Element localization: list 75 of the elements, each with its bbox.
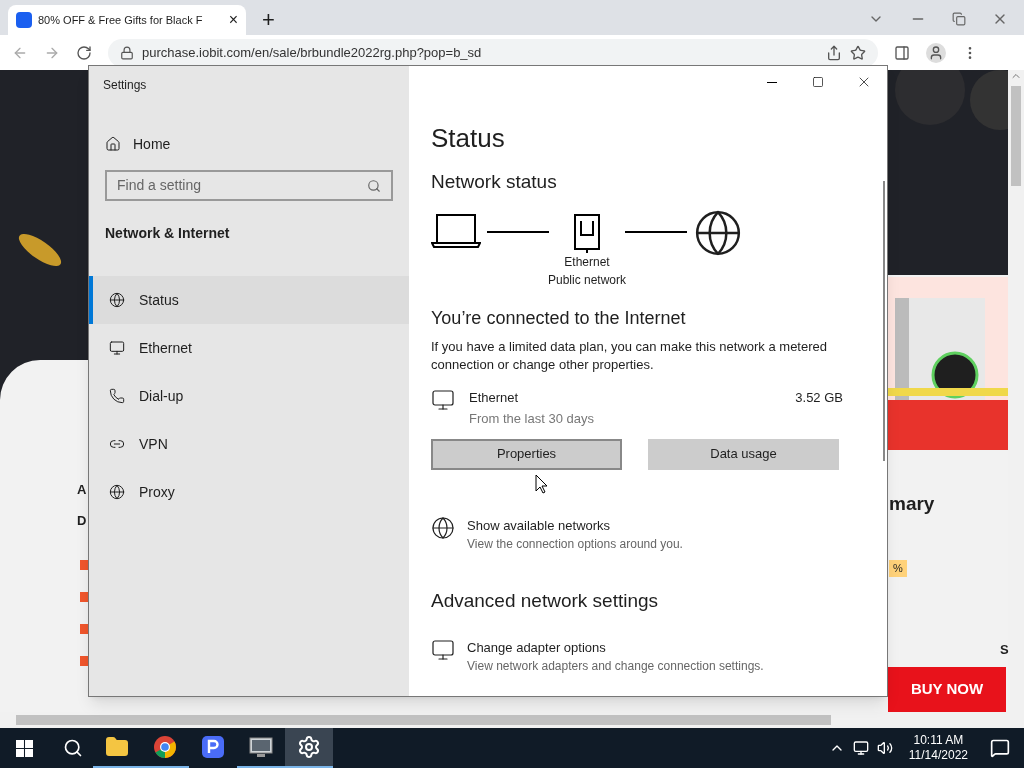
phone-icon — [109, 388, 125, 404]
new-tab-button[interactable]: + — [262, 9, 275, 31]
favicon-icon — [16, 12, 32, 28]
adapter-name: Ethernet — [469, 388, 520, 407]
search-icon[interactable] — [63, 738, 83, 758]
globe-icon — [109, 484, 125, 500]
home-icon — [105, 136, 121, 152]
windows-icon[interactable] — [16, 739, 33, 757]
action-button[interactable]: Data usage — [648, 438, 839, 470]
action-button[interactable]: Properties — [431, 438, 622, 470]
section-heading: mary — [889, 492, 935, 516]
scrollbar-thumb[interactable] — [883, 181, 885, 461]
pointer-icon — [535, 474, 548, 494]
search-icon — [367, 178, 381, 193]
vertical-scrollbar[interactable] — [1008, 70, 1024, 712]
horizontal-scrollbar[interactable] — [0, 712, 1024, 728]
nav-item[interactable]: Dial-up — [89, 372, 409, 420]
minimize-icon — [767, 81, 777, 83]
app-icon — [201, 735, 225, 759]
monitor-icon — [248, 735, 274, 759]
globe-icon — [109, 292, 125, 308]
heading-text: D — [77, 512, 87, 530]
usage-period: From the last 30 days — [469, 410, 595, 428]
network-type: Public network — [547, 271, 626, 289]
volume-icon[interactable] — [876, 740, 893, 756]
search-input[interactable]: Find a setting — [117, 175, 367, 196]
scrollbar-thumb[interactable] — [16, 715, 831, 725]
description-text: If you have a limited data plan, you can make this network a metered connection or change other properties. — [431, 337, 828, 374]
price-text: S — [1000, 641, 1009, 659]
laptop-icon — [431, 212, 481, 249]
settings-icon — [297, 735, 321, 759]
section-title: Network & Internet — [105, 224, 231, 243]
section-heading: Network status — [431, 170, 558, 194]
address-bar[interactable]: purchase.iobit.com/en/sale/brbundle2022rg.php?pop=b_sd — [108, 38, 878, 67]
maximize-icon — [812, 76, 824, 88]
link-item[interactable]: Change adapter options View network adapters and change connection settings. — [431, 637, 887, 675]
window-title: Settings — [103, 77, 148, 94]
side-panel-icon[interactable] — [894, 44, 910, 61]
clock[interactable]: 10:11 AM 11/14/2022 — [900, 733, 976, 763]
lock-icon — [120, 45, 134, 60]
heading-text: A — [77, 481, 87, 499]
reload-icon[interactable] — [76, 44, 92, 61]
nav-item[interactable]: Status — [89, 276, 409, 324]
monitor-icon — [431, 637, 455, 662]
folder-icon — [105, 735, 129, 759]
monitor-icon — [109, 340, 125, 356]
search-field[interactable]: Find a setting — [105, 170, 393, 201]
section-heading: Advanced network settings — [431, 589, 660, 613]
nav-item[interactable]: Proxy — [89, 468, 409, 516]
bookmark-icon[interactable] — [850, 44, 866, 61]
ethernet-port-icon — [573, 212, 601, 253]
scrollbar-thumb[interactable] — [1011, 86, 1021, 186]
notifications-icon[interactable] — [990, 738, 1010, 758]
home-item[interactable]: Home — [105, 134, 409, 154]
link-item[interactable]: Show available networks View the connection options around you. — [431, 515, 887, 553]
buy-now-button[interactable]: BUY NOW — [888, 667, 1006, 712]
tab-close-button[interactable]: × — [228, 12, 238, 28]
discount-badge: % — [889, 560, 907, 577]
taskbar-app[interactable] — [285, 728, 333, 768]
monitor-icon — [431, 387, 455, 412]
browser-tab[interactable]: 80% OFF & Free Gifts for Black F × — [8, 5, 246, 35]
connection-status: You’re connected to the Internet — [431, 306, 687, 330]
share-icon[interactable] — [826, 44, 842, 61]
nav-item[interactable]: Ethernet — [89, 324, 409, 372]
nav-item[interactable]: VPN — [89, 420, 409, 468]
profile-icon[interactable] — [926, 42, 946, 63]
network-icon[interactable] — [852, 740, 869, 756]
data-amount: 3.52 GB — [795, 388, 843, 407]
chrome-icon — [153, 735, 177, 759]
adapter-name: Ethernet — [564, 253, 610, 271]
url-text: purchase.iobit.com/en/sale/brbundle2022rg.php?pop=b_sd — [142, 43, 482, 62]
globe-icon — [431, 515, 455, 540]
restore-icon[interactable] — [952, 12, 966, 26]
tab-title: 80% OFF & Free Gifts for Black F — [38, 12, 204, 28]
page-title: Status — [431, 122, 506, 154]
